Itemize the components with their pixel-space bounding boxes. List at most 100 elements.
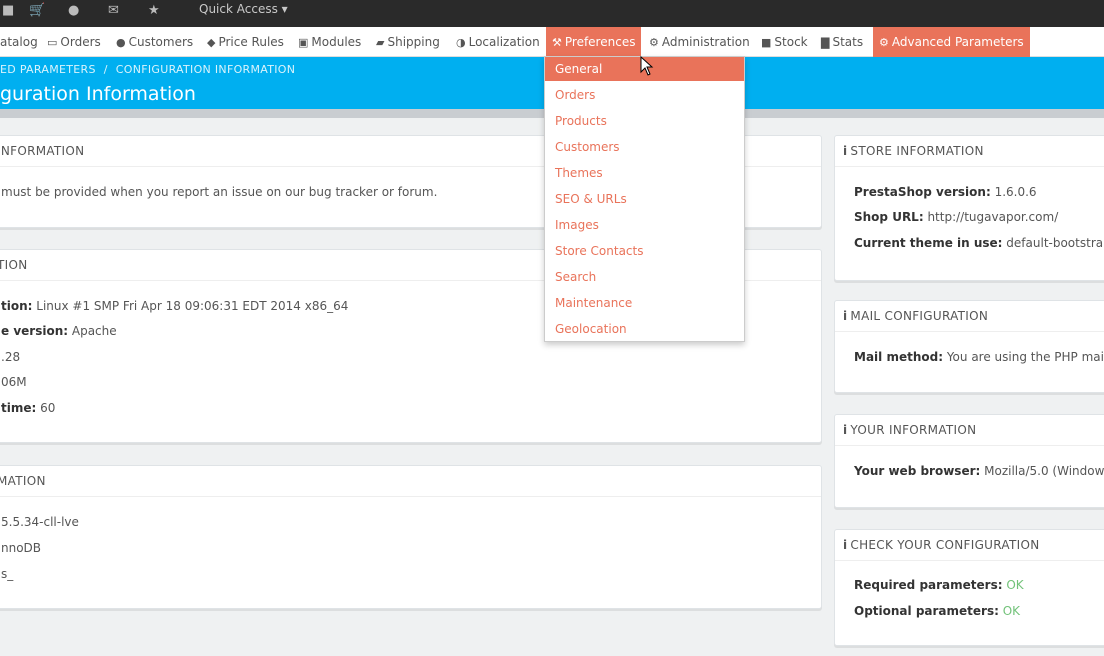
quick-access-menu[interactable]: Quick Access ▾: [199, 2, 288, 16]
tags-icon: ◆: [207, 36, 216, 49]
store-row: PrestaShop version: 1.6.0.6: [854, 185, 1037, 199]
row-label: Mail method:: [854, 350, 943, 364]
dropdown-item-store-contacts[interactable]: Store Contacts: [545, 239, 744, 263]
breadcrumb-advanced-parameters[interactable]: ED PARAMETERS: [0, 63, 96, 76]
menu-label: Orders: [60, 35, 101, 49]
row-label: Your web browser:: [854, 464, 981, 478]
server-row: time: 60: [1, 401, 55, 415]
check-configuration-panel: i CHECK YOUR CONFIGURATION Required param…: [834, 529, 1104, 646]
store-information-panel: i STORE INFORMATION PrestaShop version: 1…: [834, 135, 1104, 281]
menu-localization[interactable]: ◑ Localization: [456, 27, 540, 57]
menu-preferences[interactable]: ⚒ Preferences: [546, 27, 642, 57]
menu-administration[interactable]: ⚙ Administration: [649, 27, 750, 57]
status-ok: OK: [1002, 578, 1024, 592]
db-row: 5.5.34-cll-lve: [1, 515, 79, 529]
menu-label: Preferences: [564, 35, 636, 49]
dropdown-item-customers[interactable]: Customers: [545, 135, 744, 159]
tag-icon[interactable]: ■: [2, 3, 14, 18]
panel-heading: i MAIL CONFIGURATION: [835, 301, 1104, 332]
panel-heading: i STORE INFORMATION: [835, 136, 1104, 167]
row-value: You are using the PHP mail fur: [946, 350, 1104, 364]
row-value: 06M: [1, 375, 27, 389]
user-icon[interactable]: ●: [68, 3, 79, 18]
menu-label: Modules: [311, 35, 362, 49]
truck-icon: ▰: [376, 36, 385, 49]
dropdown-item-search[interactable]: Search: [545, 265, 744, 289]
your-information-panel: i YOUR INFORMATION Your web browser: Mozi…: [834, 414, 1104, 508]
envelope-icon[interactable]: ✉: [108, 3, 119, 18]
panel-heading: MATION: [0, 466, 821, 497]
mouse-cursor-icon: [640, 56, 654, 76]
dropdown-item-geolocation[interactable]: Geolocation: [545, 317, 744, 341]
users-icon: ●: [116, 36, 126, 49]
panel-heading: i YOUR INFORMATION: [835, 415, 1104, 446]
info-icon: i: [843, 309, 848, 323]
menu-label: Administration: [661, 35, 750, 49]
store-row: Shop URL: http://tugavapor.com/: [854, 210, 1058, 224]
mail-configuration-panel: i MAIL CONFIGURATION Mail method: You are…: [834, 300, 1104, 393]
row-value: Mozilla/5.0 (Windows NT: [984, 464, 1104, 478]
row-label: Current theme in use:: [854, 236, 1003, 250]
database-information-panel: MATION 5.5.34-cll-lve nnoDB s_: [0, 465, 822, 609]
browser-row: Your web browser: Mozilla/5.0 (Windows N…: [854, 464, 1104, 478]
top-bar: ■ 🛒 ● ✉ ★ Quick Access ▾: [0, 0, 1104, 27]
panel-title: MAIL CONFIGURATION: [850, 309, 989, 323]
row-value: nnoDB: [1, 541, 42, 555]
menu-stats[interactable]: ▇ Stats: [821, 27, 863, 57]
menu-modules[interactable]: ▣ Modules: [298, 27, 361, 57]
menu-shipping[interactable]: ▰ Shipping: [376, 27, 440, 57]
archive-icon: ■: [761, 36, 772, 49]
row-value: Linux #1 SMP Fri Apr 18 09:06:31 EDT 201…: [32, 299, 349, 313]
row-label: e version:: [1, 324, 69, 338]
dropdown-item-maintenance[interactable]: Maintenance: [545, 291, 744, 315]
mail-row: Mail method: You are using the PHP mail …: [854, 350, 1104, 364]
globe-icon: ◑: [456, 36, 466, 49]
puzzle-icon: ▣: [298, 36, 309, 49]
panel-text: must be provided when you report an issu…: [1, 185, 438, 199]
menu-catalog[interactable]: atalog: [0, 27, 38, 57]
row-value: 5.5.34-cll-lve: [1, 515, 79, 529]
dropdown-item-orders[interactable]: Orders: [545, 83, 744, 107]
menu-label: Stock: [774, 35, 808, 49]
server-row: .28: [1, 350, 20, 364]
dropdown-item-themes[interactable]: Themes: [545, 161, 744, 185]
check-row: Optional parameters: OK: [854, 604, 1020, 618]
menu-stock[interactable]: ■ Stock: [761, 27, 808, 57]
row-label: tion:: [1, 299, 33, 313]
row-value: Apache: [68, 324, 117, 338]
trophy-icon[interactable]: ★: [148, 3, 160, 18]
status-ok: OK: [998, 604, 1021, 618]
menu-advanced-parameters[interactable]: ⚙ Advanced Parameters: [873, 27, 1030, 57]
menu-label: Shipping: [387, 35, 440, 49]
row-label: PrestaShop version:: [854, 185, 991, 199]
cogs-icon: ⚙: [879, 36, 889, 49]
menu-label: Price Rules: [218, 35, 284, 49]
cog-icon: ⚙: [649, 36, 659, 49]
dropdown-item-products[interactable]: Products: [545, 109, 744, 133]
store-row: Current theme in use: default-bootstrap: [854, 236, 1104, 250]
menu-label: atalog: [0, 35, 38, 49]
menu-customers[interactable]: ● Customers: [116, 27, 193, 57]
credit-card-icon: ▭: [47, 36, 58, 49]
menu-label: Advanced Parameters: [891, 35, 1024, 49]
row-value: 60: [36, 401, 56, 415]
menu-price-rules[interactable]: ◆ Price Rules: [207, 27, 284, 57]
server-row: e version: Apache: [1, 324, 117, 338]
breadcrumb-configuration-information: CONFIGURATION INFORMATION: [115, 63, 296, 76]
menu-orders[interactable]: ▭ Orders: [47, 27, 101, 57]
wrench-icon: ⚒: [552, 36, 562, 49]
row-value: 1.6.0.6: [990, 185, 1037, 199]
dropdown-item-images[interactable]: Images: [545, 213, 744, 237]
server-row: tion: Linux #1 SMP Fri Apr 18 09:06:31 E…: [1, 299, 348, 313]
cart-icon[interactable]: 🛒: [29, 3, 45, 18]
panel-title: CHECK YOUR CONFIGURATION: [850, 538, 1040, 552]
panel-title: YOUR INFORMATION: [850, 423, 977, 437]
dropdown-item-seo-urls[interactable]: SEO & URLs: [545, 187, 744, 211]
menu-label: Stats: [832, 35, 864, 49]
bar-chart-icon: ▇: [821, 36, 830, 49]
preferences-dropdown: General Orders Products Customers Themes…: [544, 56, 745, 342]
server-row: 06M: [1, 375, 27, 389]
breadcrumb: ED PARAMETERS / CONFIGURATION INFORMATION: [0, 63, 295, 76]
menu-label: Customers: [128, 35, 194, 49]
row-value: http://tugavapor.com/: [923, 210, 1059, 224]
